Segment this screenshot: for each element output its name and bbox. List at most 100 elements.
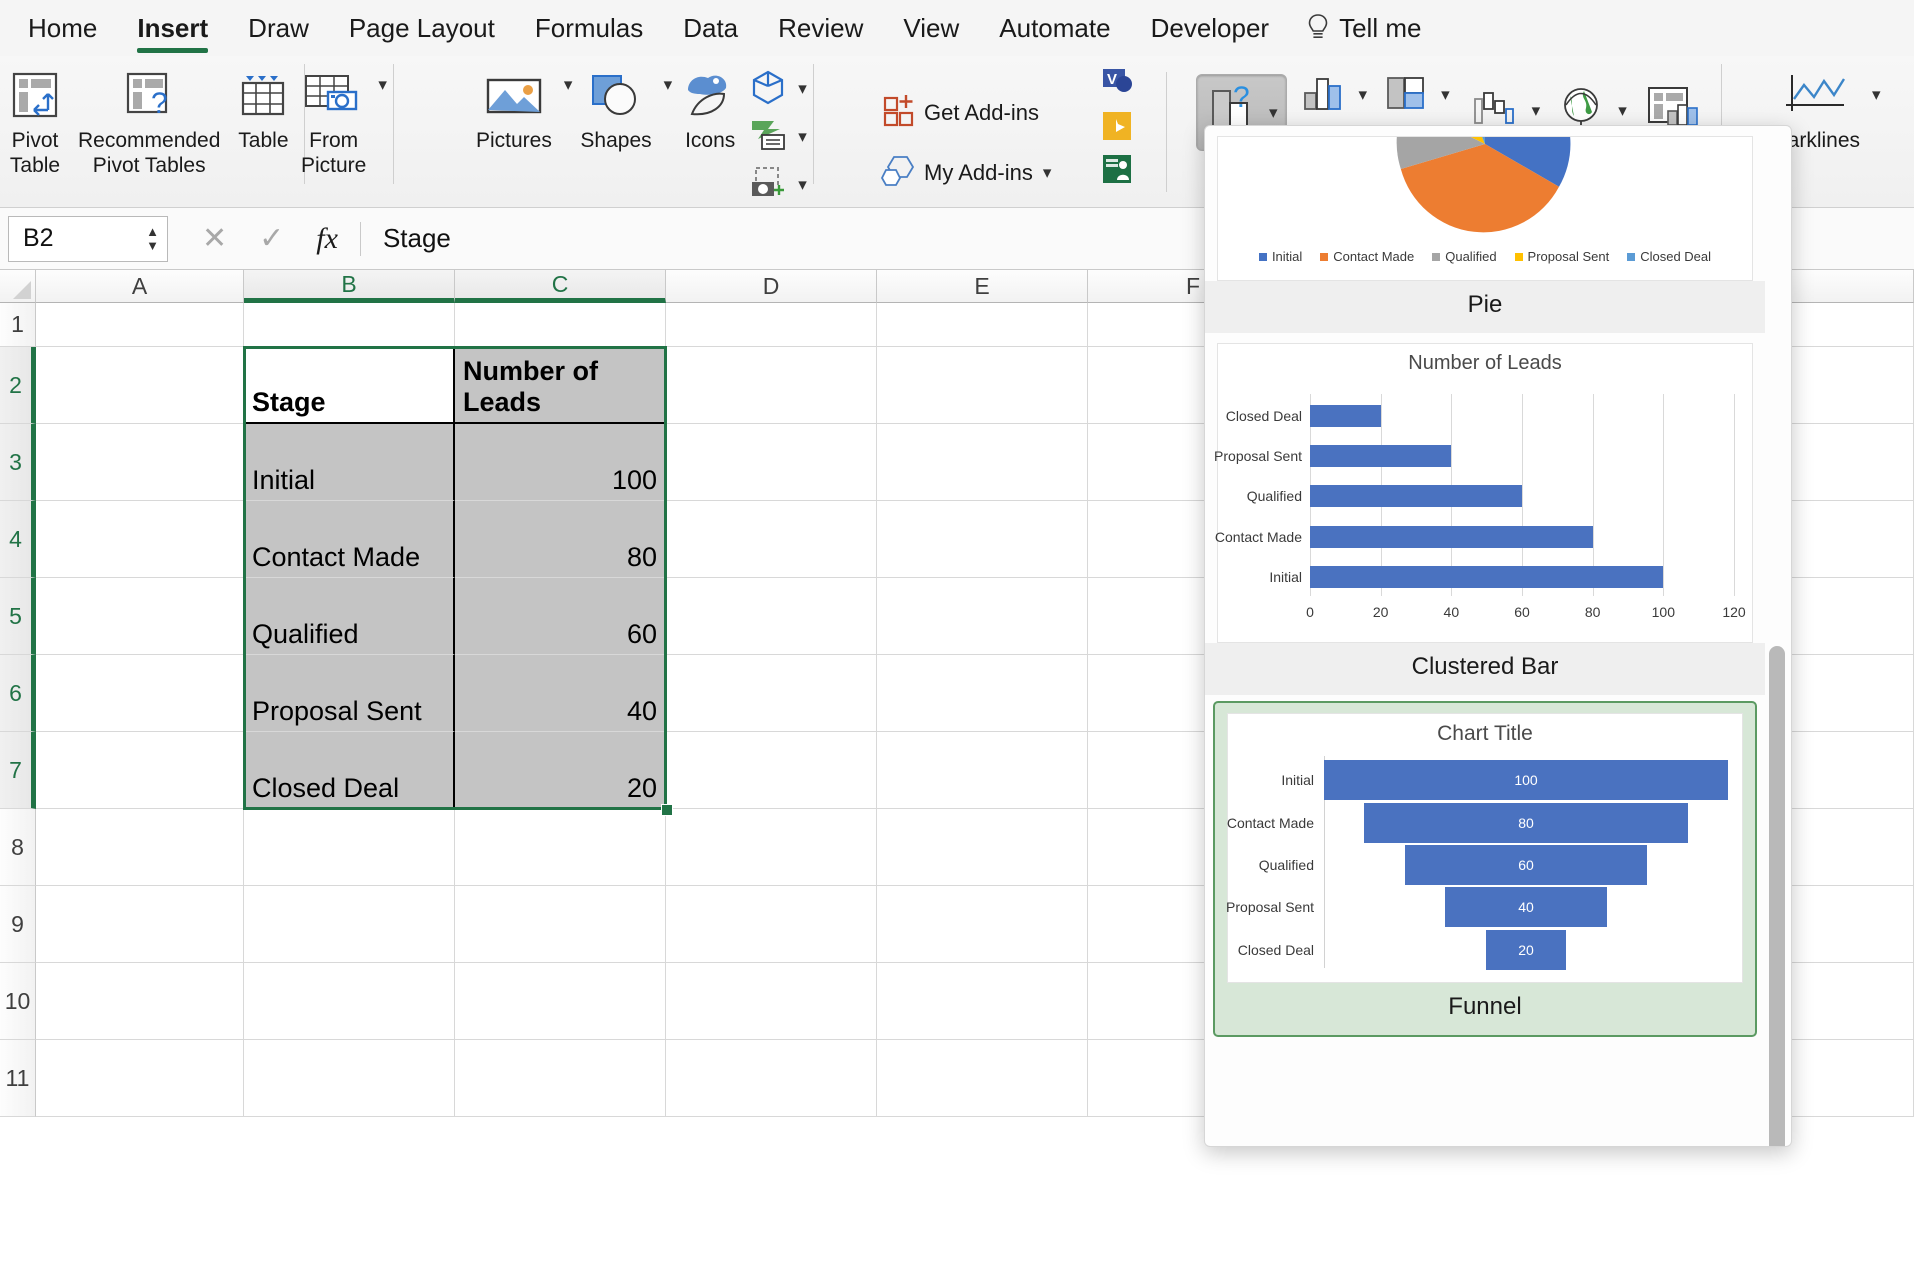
smartart-button[interactable]: ▾ (748, 114, 807, 160)
recommended-pivot-tables-button[interactable]: ? Recommended Pivot Tables (70, 56, 228, 178)
tab-automate[interactable]: Automate (979, 1, 1130, 55)
cell-b4[interactable]: Contact Made (244, 501, 455, 578)
tab-insert[interactable]: Insert (117, 1, 228, 55)
column-header-b[interactable]: B (244, 270, 455, 303)
from-picture-button[interactable]: From Picture (293, 56, 374, 178)
grid-cell[interactable] (877, 963, 1088, 1040)
row-header-1[interactable]: 1 (0, 303, 36, 347)
cell-c3[interactable]: 100 (455, 424, 666, 501)
chevron-down-icon[interactable]: ▾ (798, 127, 807, 147)
cell-c7[interactable]: 20 (455, 732, 666, 809)
grid-cell[interactable] (877, 732, 1088, 809)
visio-addin-icon[interactable]: V (1098, 66, 1136, 105)
screenshot-button[interactable]: ▾ (748, 162, 807, 208)
cell-b2[interactable]: Stage (244, 347, 455, 424)
grid-cell[interactable] (666, 501, 877, 578)
people-addin-icon[interactable] (1098, 152, 1136, 191)
row-header-6[interactable]: 6 (0, 655, 36, 732)
grid-cell[interactable] (877, 809, 1088, 886)
row-header-2[interactable]: 2 (0, 347, 36, 424)
pictures-dropdown[interactable]: ▾ (560, 56, 573, 114)
grid-cell[interactable] (36, 501, 244, 578)
grid-cell[interactable] (666, 809, 877, 886)
grid-cell[interactable] (877, 655, 1088, 732)
column-header-d[interactable]: D (666, 270, 877, 303)
grid-cell[interactable] (666, 347, 877, 424)
grid-cell[interactable] (455, 886, 666, 963)
grid-cell[interactable] (877, 303, 1088, 347)
my-addins-button[interactable]: My Add-ins ▾ (880, 150, 1051, 196)
grid-cell[interactable] (244, 1040, 455, 1117)
row-header-3[interactable]: 3 (0, 424, 36, 501)
row-header-11[interactable]: 11 (0, 1040, 36, 1117)
grid-cell[interactable] (36, 732, 244, 809)
gallery-item-clustered-bar[interactable]: Number of Leads Closed Deal Proposal Sent… (1205, 343, 1765, 695)
cell-c4[interactable]: 80 (455, 501, 666, 578)
chevron-down-icon[interactable]: ▾ (1441, 85, 1450, 105)
sparklines-dropdown[interactable]: ▾ (1868, 66, 1881, 124)
select-all-corner[interactable] (0, 270, 36, 303)
tab-data[interactable]: Data (663, 1, 758, 55)
grid-cell[interactable] (666, 886, 877, 963)
row-header-10[interactable]: 10 (0, 963, 36, 1040)
grid-cell[interactable] (36, 303, 244, 347)
grid-cell[interactable] (666, 578, 877, 655)
gallery-item-pie[interactable]: Initial Contact Made Qualified Proposal … (1205, 136, 1765, 333)
grid-cell[interactable] (36, 809, 244, 886)
icons-button[interactable]: Icons (672, 56, 748, 153)
tab-draw[interactable]: Draw (228, 1, 329, 55)
chevron-down-icon[interactable]: ▾ (798, 175, 807, 195)
grid-cell[interactable] (36, 963, 244, 1040)
grid-cell[interactable] (36, 578, 244, 655)
selection-fill-handle[interactable] (661, 804, 673, 816)
bing-addin-icon[interactable] (1098, 109, 1136, 148)
chevron-down-icon[interactable]: ▾ (1359, 85, 1368, 105)
row-header-4[interactable]: 4 (0, 501, 36, 578)
chevron-down-icon[interactable]: ▾ (798, 79, 807, 99)
name-box-spinner[interactable]: ▲ ▼ (146, 225, 159, 252)
tab-view[interactable]: View (883, 1, 979, 55)
tab-page-layout[interactable]: Page Layout (329, 1, 515, 55)
cell-c2[interactable]: Number of Leads (455, 347, 666, 424)
grid-cell[interactable] (455, 963, 666, 1040)
shapes-dropdown[interactable]: ▾ (660, 56, 673, 114)
cell-b7[interactable]: Closed Deal (244, 732, 455, 809)
gallery-item-funnel[interactable]: Chart Title Initial 100 Contact Made 80 Qual… (1213, 701, 1757, 1037)
get-addins-button[interactable]: Get Add-ins (880, 90, 1039, 136)
grid-cell[interactable] (666, 963, 877, 1040)
cell-c6[interactable]: 40 (455, 655, 666, 732)
grid-cell[interactable] (455, 1040, 666, 1117)
formula-input[interactable]: Stage (383, 223, 451, 254)
grid-cell[interactable] (244, 303, 455, 347)
chevron-down-icon[interactable]: ▾ (1532, 101, 1541, 121)
tab-home[interactable]: Home (8, 1, 117, 55)
column-header-c[interactable]: C (455, 270, 666, 303)
chevron-down-icon[interactable]: ▾ (1618, 101, 1627, 121)
chevron-down-icon[interactable]: ▾ (1043, 163, 1052, 183)
row-header-7[interactable]: 7 (0, 732, 36, 809)
row-header-5[interactable]: 5 (0, 578, 36, 655)
column-header-a[interactable]: A (36, 270, 244, 303)
grid-cell[interactable] (877, 1040, 1088, 1117)
tell-me-button[interactable]: Tell me (1289, 1, 1421, 55)
insert-function-icon[interactable]: fx (316, 222, 338, 256)
grid-cell[interactable] (244, 886, 455, 963)
grid-cell[interactable] (666, 655, 877, 732)
grid-cell[interactable] (877, 886, 1088, 963)
grid-cell[interactable] (36, 655, 244, 732)
grid-cell[interactable] (36, 886, 244, 963)
grid-cell[interactable] (455, 809, 666, 886)
row-header-9[interactable]: 9 (0, 886, 36, 963)
shapes-button[interactable]: Shapes (572, 56, 659, 153)
cell-c5[interactable]: 60 (455, 578, 666, 655)
grid-cell[interactable] (36, 424, 244, 501)
grid-cell[interactable] (666, 424, 877, 501)
pivot-table-button[interactable]: Pivot Table (0, 56, 70, 178)
pie-chart-button[interactable]: ▾ (1383, 72, 1450, 118)
grid-cell[interactable] (36, 1040, 244, 1117)
name-box[interactable]: B2 ▲ ▼ (8, 215, 168, 262)
grid-cell[interactable] (244, 963, 455, 1040)
cell-b6[interactable]: Proposal Sent (244, 655, 455, 732)
table-button[interactable]: Table (228, 56, 298, 153)
grid-cell[interactable] (877, 424, 1088, 501)
